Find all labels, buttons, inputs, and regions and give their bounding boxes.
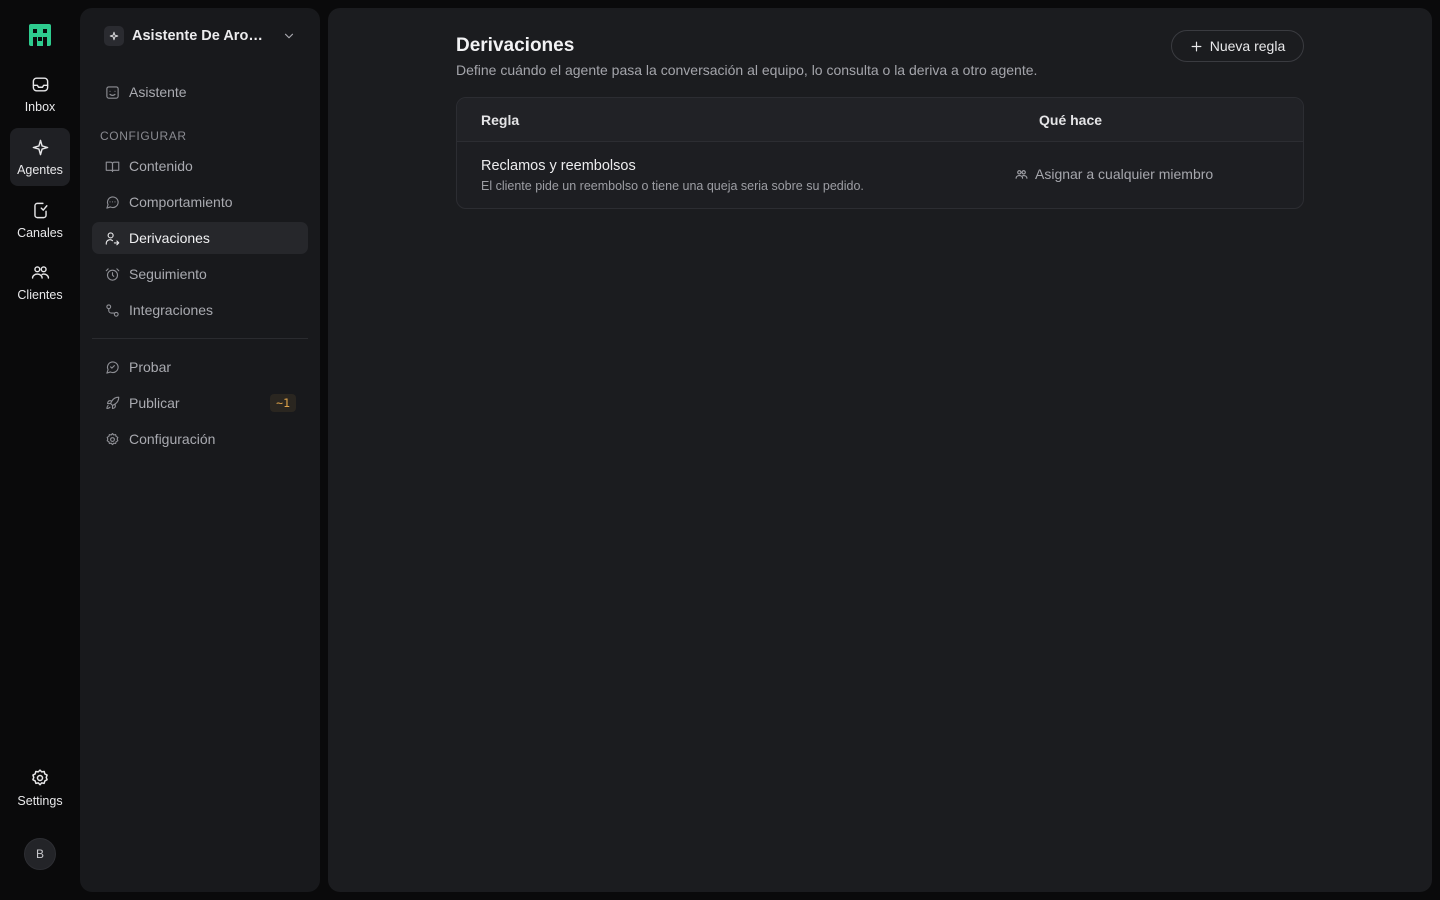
sidebar-item-seguimiento[interactable]: Seguimiento [92, 258, 308, 290]
book-icon [104, 158, 120, 174]
channel-icon [30, 200, 50, 220]
sparkle-icon [30, 137, 50, 157]
new-rule-label: Nueva regla [1209, 38, 1286, 54]
column-header-que-hace: Qué hace [1039, 112, 1103, 128]
page-subtitle: Define cuándo el agente pasa la conversa… [456, 62, 1038, 78]
rule-action-label: Asignar a cualquier miembro [1035, 166, 1214, 182]
chat-icon [104, 194, 120, 210]
sidebar-item-contenido[interactable]: Contenido [92, 150, 308, 182]
sidebar-item-integraciones[interactable]: Integraciones [92, 294, 308, 326]
rail-item-label: Settings [17, 794, 63, 808]
sidebar-item-asistente[interactable]: Asistente [92, 76, 308, 108]
sidebar-item-label: Derivaciones [129, 230, 210, 246]
sidebar-item-configuracion[interactable]: Configuración [92, 423, 308, 455]
rocket-icon [104, 395, 120, 411]
rail-item-settings[interactable]: Settings [10, 759, 70, 817]
sidebar-item-label: Probar [129, 359, 172, 375]
table-header: Regla Qué hace [457, 98, 1303, 142]
agent-name: Asistente De Aromas Naturales [132, 28, 274, 44]
plus-icon [1190, 40, 1203, 53]
brand-logo-icon[interactable] [29, 24, 51, 46]
integration-icon [104, 302, 120, 318]
agent-avatar-icon [104, 26, 124, 46]
page-title: Derivaciones [456, 35, 575, 56]
rail-item-label: Agentes [17, 163, 63, 177]
sidebar-item-label: Publicar [129, 395, 180, 411]
inbox-icon [30, 74, 50, 94]
pending-changes-badge: ~1 [270, 394, 296, 412]
gear-icon [30, 768, 50, 788]
agent-switcher[interactable]: Asistente De Aromas Naturales [92, 20, 308, 52]
rail-item-canales[interactable]: Canales [10, 191, 70, 249]
sidebar-item-label: Comportamiento [129, 194, 233, 210]
handoff-icon [104, 230, 120, 246]
new-rule-button[interactable]: Nueva regla [1171, 30, 1304, 62]
team-icon [1015, 168, 1028, 181]
table-row[interactable]: Reclamos y reembolsos El cliente pide un… [457, 142, 1303, 208]
sidebar-item-derivaciones[interactable]: Derivaciones [92, 222, 308, 254]
sidebar-item-probar[interactable]: Probar [92, 351, 308, 383]
rules-table: Regla Qué hace Reclamos y reembolsos El … [456, 97, 1304, 209]
rule-title: Reclamos y reembolsos [481, 158, 636, 174]
sidebar-item-label: Integraciones [129, 302, 214, 318]
gear-icon [104, 431, 120, 447]
rule-description: El cliente pide un reembolso o tiene una… [481, 179, 864, 193]
rail-item-inbox[interactable]: Inbox [10, 65, 70, 123]
rail-item-label: Inbox [24, 100, 56, 114]
clock-icon [104, 266, 120, 282]
agent-sidebar: Asistente De Aromas Naturales Asistente … [80, 8, 320, 892]
rail-item-agentes[interactable]: Agentes [10, 128, 70, 186]
app-rail: Inbox Agentes Canales Clientes Settings … [0, 0, 80, 900]
sidebar-divider [92, 338, 308, 339]
column-header-regla: Regla [481, 112, 520, 128]
avatar[interactable]: B [24, 838, 56, 870]
test-icon [104, 359, 120, 375]
chevron-down-icon [282, 29, 296, 43]
sidebar-item-publicar[interactable]: Publicar ~1 [92, 387, 308, 419]
sidebar-item-comportamiento[interactable]: Comportamiento [92, 186, 308, 218]
rule-action: Asignar a cualquier miembro [1015, 166, 1213, 182]
rail-item-label: Clientes [17, 288, 63, 302]
section-label-configurar: CONFIGURAR [100, 129, 187, 143]
rail-item-label: Canales [17, 226, 63, 240]
main-panel: Derivaciones Define cuándo el agente pas… [328, 8, 1432, 892]
sidebar-item-label: Asistente [129, 84, 187, 100]
sidebar-item-label: Contenido [129, 158, 193, 174]
sidebar-item-label: Seguimiento [129, 266, 207, 282]
sidebar-item-label: Configuración [129, 431, 216, 447]
users-icon [30, 262, 50, 282]
assistant-icon [104, 84, 120, 100]
rail-item-clientes[interactable]: Clientes [10, 253, 70, 311]
